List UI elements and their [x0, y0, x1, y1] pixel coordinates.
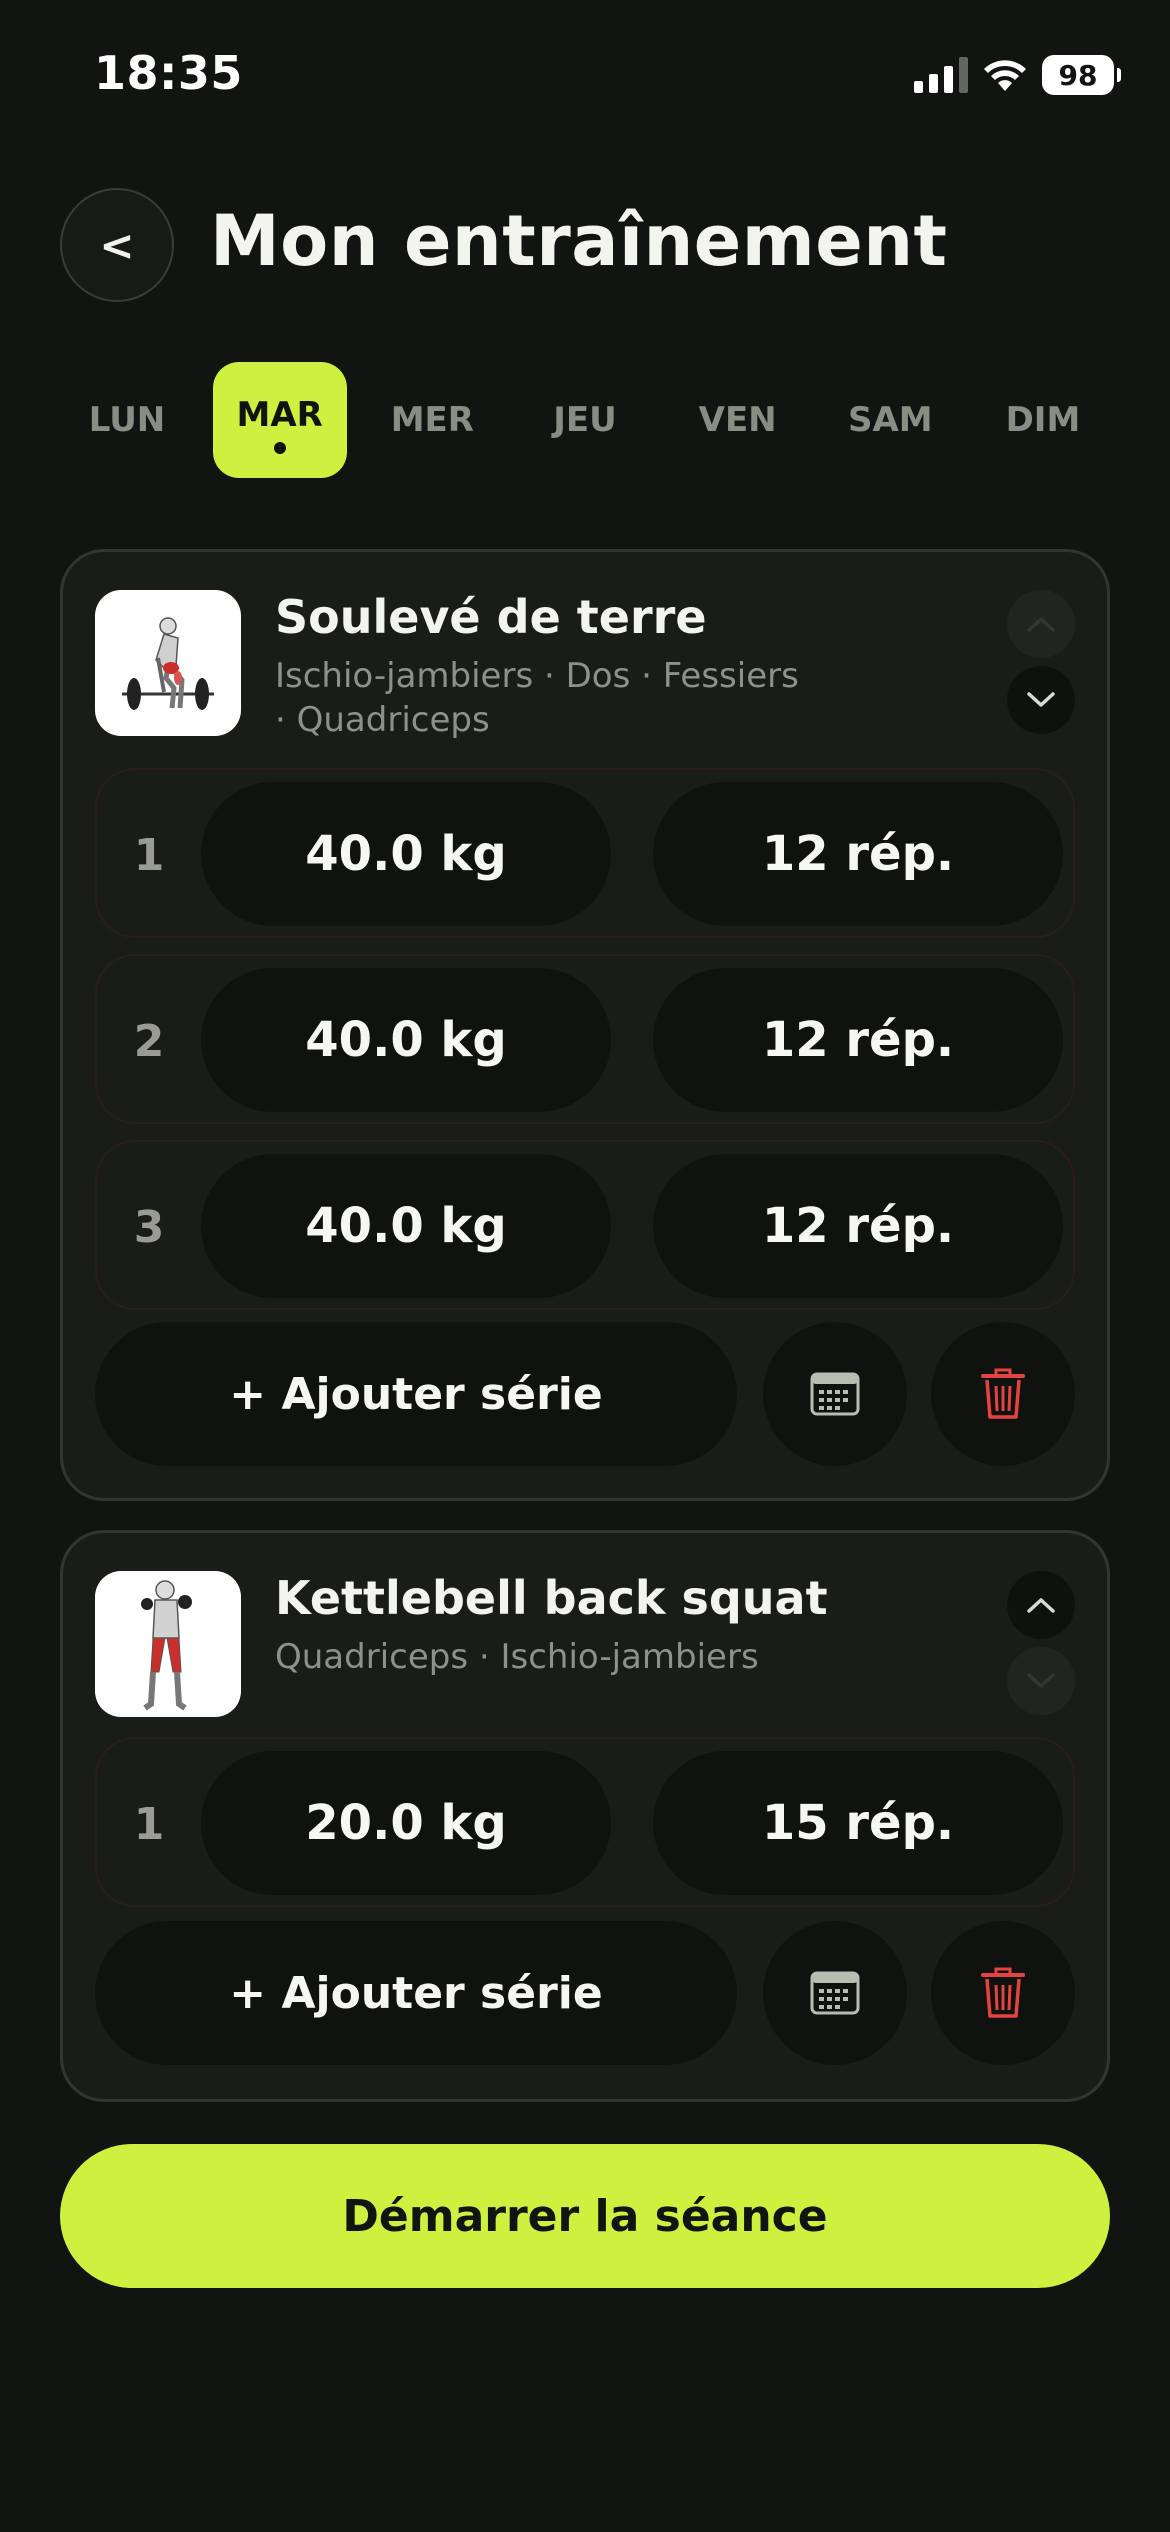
exercise-card: Kettlebell back squat Quadriceps · Ischi… [60, 1530, 1110, 2102]
day-tab-ven[interactable]: VEN [671, 362, 805, 478]
move-up-button[interactable] [1007, 590, 1075, 658]
calendar-icon [810, 1971, 860, 2015]
set-number: 1 [133, 829, 165, 881]
day-tab-mar[interactable]: MAR [212, 362, 347, 478]
chevron-down-icon [1027, 1673, 1055, 1688]
add-set-button[interactable]: + Ajouter série [95, 1322, 737, 1466]
set-number: 2 [133, 1015, 165, 1067]
muscles-line: Ischio-jambiers · Dos · Fessiers [275, 656, 799, 696]
day-tab-label: JEU [553, 400, 617, 440]
set-row: 2 40.0 kg 12 rép. [95, 954, 1075, 1124]
muscles-line: · Quadriceps [275, 700, 490, 740]
wifi-icon [984, 60, 1026, 91]
move-down-button[interactable] [1007, 1647, 1075, 1715]
page-title: Mon entraînement [210, 200, 948, 282]
set-number: 1 [133, 1798, 165, 1850]
day-tab-lun[interactable]: LUN [60, 362, 194, 478]
schedule-button[interactable] [763, 1921, 907, 2065]
reps-field[interactable]: 12 rép. [653, 1154, 1063, 1298]
day-tab-label: LUN [88, 400, 166, 440]
set-number: 3 [133, 1201, 165, 1253]
add-set-button[interactable]: + Ajouter série [95, 1921, 737, 2065]
exercise-card: Soulevé de terre Ischio-jambiers · Dos ·… [60, 549, 1110, 1501]
move-down-button[interactable] [1007, 666, 1075, 734]
set-row: 3 40.0 kg 12 rép. [95, 1140, 1075, 1310]
calendar-icon [810, 1372, 860, 1416]
exercise-muscles: Quadriceps · Ischio-jambiers [275, 1635, 895, 1679]
trash-icon [981, 1967, 1025, 2018]
signal-icon [914, 57, 968, 93]
exercise-thumbnail[interactable] [95, 1571, 241, 1717]
weight-field[interactable]: 40.0 kg [201, 1154, 611, 1298]
delete-exercise-button[interactable] [931, 1921, 1075, 2065]
trash-icon [981, 1368, 1025, 1419]
set-row: 1 20.0 kg 15 rép. [95, 1737, 1075, 1907]
day-tab-label: VEN [698, 400, 777, 440]
reps-field[interactable]: 15 rép. [653, 1751, 1063, 1895]
day-tab-dim[interactable]: DIM [976, 362, 1110, 478]
day-tab-mer[interactable]: MER [365, 362, 499, 478]
day-tab-label: DIM [1005, 400, 1081, 440]
chevron-down-icon [1027, 692, 1055, 707]
day-tab-jeu[interactable]: JEU [518, 362, 652, 478]
day-tab-label: SAM [847, 400, 933, 440]
chevron-up-icon [1027, 1598, 1055, 1613]
exercise-muscles: Ischio-jambiers · Dos · Fessiers · Quadr… [275, 654, 895, 742]
status-time: 18:35 [94, 46, 243, 100]
weight-field[interactable]: 40.0 kg [201, 782, 611, 926]
day-tab-label: MER [390, 400, 474, 440]
day-tab-sam[interactable]: SAM [823, 362, 957, 478]
battery-icon: 98 [1042, 55, 1121, 95]
active-day-dot [273, 442, 286, 454]
set-row: 1 40.0 kg 12 rép. [95, 768, 1075, 938]
chevron-up-icon [1027, 617, 1055, 632]
muscles-line: Quadriceps · Ischio-jambiers [275, 1637, 759, 1677]
move-up-button[interactable] [1007, 1571, 1075, 1639]
exercise-name: Soulevé de terre [275, 590, 707, 644]
status-icons: 98 [914, 48, 1121, 102]
squat-illustration [141, 1580, 192, 1711]
deadlift-illustration [122, 617, 214, 710]
reps-field[interactable]: 12 rép. [653, 782, 1063, 926]
weight-field[interactable]: 20.0 kg [201, 1751, 611, 1895]
day-tab-label: MAR [236, 395, 323, 435]
delete-exercise-button[interactable] [931, 1322, 1075, 1466]
back-button[interactable]: < [60, 188, 174, 302]
start-session-button[interactable]: Démarrer la séance [60, 2144, 1110, 2288]
exercise-thumbnail[interactable] [95, 590, 241, 736]
exercise-name: Kettlebell back squat [275, 1571, 828, 1625]
status-bar: 18:35 98 [0, 0, 1170, 140]
day-tabs: LUN MAR MER JEU VEN SAM DIM [60, 362, 1110, 478]
schedule-button[interactable] [763, 1322, 907, 1466]
reps-field[interactable]: 12 rép. [653, 968, 1063, 1112]
weight-field[interactable]: 40.0 kg [201, 968, 611, 1112]
